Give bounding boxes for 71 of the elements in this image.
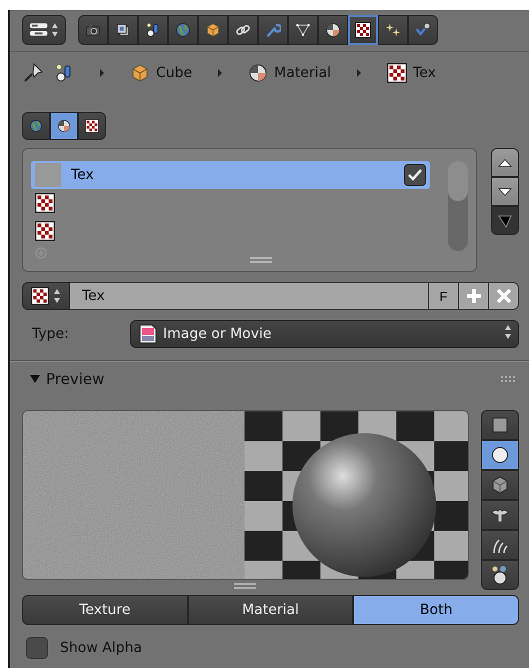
preview-mode-tab[interactable]: Material: [188, 595, 354, 625]
checker-icon: [31, 287, 49, 305]
breadcrumb-label: Cube: [156, 65, 192, 81]
plus-icon: [466, 288, 482, 304]
preview-shape-button[interactable]: [481, 410, 519, 440]
properties-tab[interactable]: [288, 15, 318, 45]
properties-tab[interactable]: [348, 15, 378, 45]
checkmark-icon: [408, 169, 422, 181]
drag-handle-icon[interactable]: [501, 376, 515, 382]
type-label: Type:: [31, 326, 70, 342]
texture-slot[interactable]: Tex: [31, 161, 430, 189]
up-down-arrows-icon: [51, 22, 59, 38]
checker-icon: [35, 193, 55, 213]
texture-type-dropdown[interactable]: Image or Movie: [130, 320, 519, 348]
new-texture-button[interactable]: [459, 282, 489, 310]
material-sphere-icon: [57, 117, 71, 135]
show-alpha-label: Show Alpha: [60, 640, 142, 656]
properties-tab[interactable]: [138, 15, 168, 45]
plane-icon: [490, 415, 510, 435]
globe-icon: [29, 117, 43, 135]
breadcrumb-label: Tex: [413, 65, 436, 81]
globe-icon: [175, 20, 191, 40]
context-tab[interactable]: [50, 112, 78, 140]
unlink-button[interactable]: [489, 282, 519, 310]
image-icon: [139, 324, 157, 344]
properties-tab[interactable]: [378, 15, 408, 45]
pin-icon[interactable]: [22, 62, 44, 84]
breadcrumb-label: Material: [274, 65, 332, 81]
checker-icon: [35, 221, 55, 241]
checker-icon: [355, 20, 371, 40]
preview-header[interactable]: Preview: [22, 362, 519, 396]
slot-checkbox[interactable]: [404, 164, 426, 186]
menu-triangle-icon: [498, 214, 512, 228]
checker-icon: [85, 117, 99, 135]
preview-shape-button[interactable]: [481, 470, 519, 500]
preview-shape-button[interactable]: [481, 500, 519, 530]
properties-tab[interactable]: [108, 15, 138, 45]
resize-grip-icon[interactable]: [234, 582, 256, 590]
texture-name-field[interactable]: Tex: [70, 282, 429, 310]
material-sphere-icon: [325, 20, 341, 40]
move-down-button[interactable]: [491, 177, 519, 206]
texture-browse-button[interactable]: [22, 282, 70, 310]
preview-mode-tab[interactable]: Texture: [22, 595, 188, 625]
texture-thumbnail: [35, 163, 61, 187]
preview-shape-button[interactable]: [481, 560, 519, 590]
close-icon: [496, 288, 512, 304]
properties-tab[interactable]: [318, 15, 348, 45]
move-up-button[interactable]: [491, 148, 519, 177]
up-down-arrows-icon: [53, 288, 61, 304]
editor-type-button[interactable]: [22, 15, 66, 45]
checker-icon: [387, 63, 408, 83]
fake-user-button[interactable]: F: [429, 282, 459, 310]
properties-editor-icon: [29, 22, 48, 38]
preview-shape-button[interactable]: [481, 530, 519, 560]
sphere-icon: [490, 445, 510, 465]
properties-tab[interactable]: [198, 15, 228, 45]
cube-icon: [490, 475, 510, 495]
triangle-up-icon: [498, 158, 512, 168]
cube-icon: [130, 63, 150, 83]
show-alpha-checkbox[interactable]: [26, 637, 48, 659]
specials-menu-button[interactable]: [491, 206, 519, 235]
up-down-arrows-icon: [504, 324, 512, 340]
triangle-down-icon: [498, 186, 512, 196]
properties-tab[interactable]: [228, 15, 258, 45]
material-sphere-icon: [248, 63, 268, 83]
preview-shape-button[interactable]: [481, 440, 519, 470]
scrollbar[interactable]: [448, 161, 468, 251]
preview-mode-tab[interactable]: Both: [353, 595, 520, 625]
context-tab[interactable]: [78, 112, 106, 140]
expanded-triangle-icon[interactable]: [30, 374, 40, 384]
resize-grip-icon[interactable]: [250, 257, 272, 263]
